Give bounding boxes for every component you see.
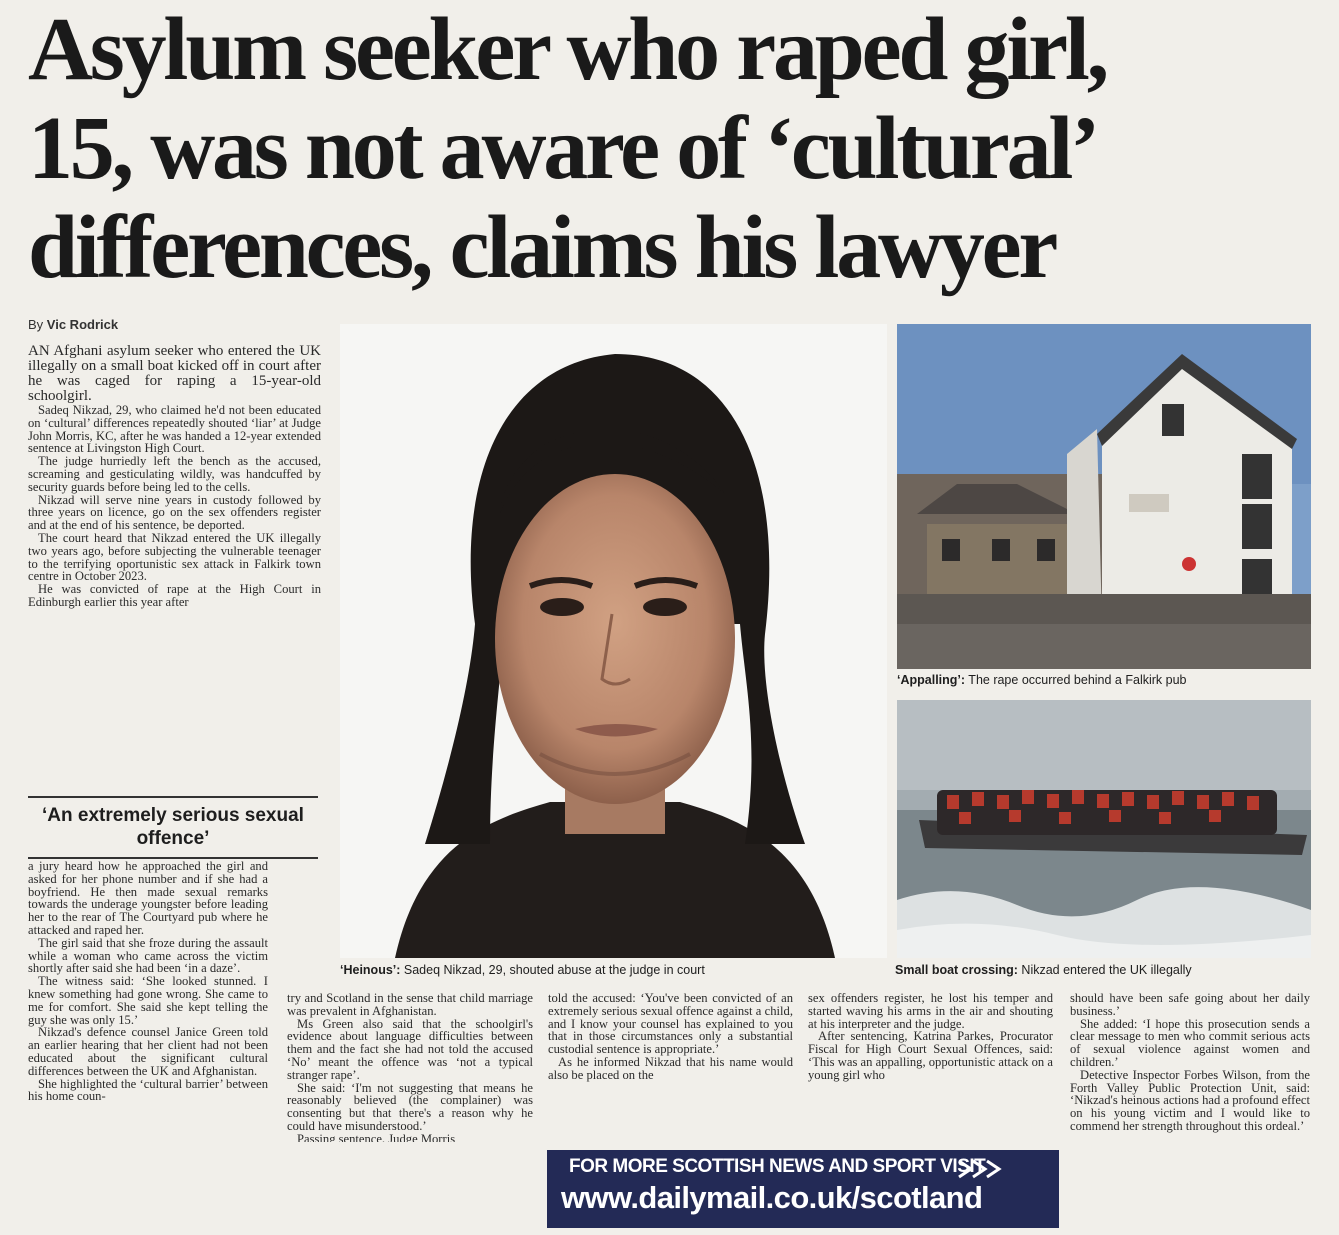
double-chevron-right-icon (958, 1159, 1002, 1179)
paragraph: After sentencing, Katrina Parkes, Procur… (808, 1029, 1053, 1082)
article-column-2: try and Scotland in the sense that child… (287, 992, 533, 1142)
paragraph: Nikzad will serve nine years in custody … (28, 492, 321, 533)
promo-banner[interactable]: FOR MORE SCOTTISH NEWS AND SPORT VISIT w… (547, 1150, 1059, 1228)
paragraph: The girl said that she froze during the … (28, 935, 268, 976)
boat-caption-label: Small boat crossing: (895, 963, 1018, 977)
boat-image (897, 700, 1311, 958)
paragraph: Sadeq Nikzad, 29, who claimed he'd not b… (28, 403, 321, 456)
paragraph: sex offenders register, he lost his temp… (808, 992, 1053, 1031)
paragraph: AN Afghani asylum seeker who entered the… (28, 344, 321, 404)
byline-author: Vic Rodrick (46, 317, 119, 332)
boat-photo (897, 700, 1311, 958)
paragraph: a jury heard how he approached the girl … (28, 860, 268, 937)
article-column-3: told the accused: ‘You've been convicted… (548, 992, 793, 1142)
paragraph: The court heard that Nikzad entered the … (28, 530, 321, 584)
paragraph: Detective Inspector Forbes Wilson, from … (1070, 1067, 1310, 1133)
portrait-image (340, 324, 887, 958)
pub-caption: ‘Appalling’: The rape occurred behind a … (897, 673, 1187, 687)
portrait-photo (340, 324, 887, 958)
paragraph: told the accused: ‘You've been convicted… (548, 992, 793, 1057)
portrait-caption-text: Sadeq Nikzad, 29, shouted abuse at the j… (400, 963, 705, 977)
pub-photo (897, 324, 1311, 669)
headline: Asylum seeker who raped girl, 15, was no… (28, 0, 1318, 297)
byline: By Vic Rodrick (28, 317, 118, 332)
boat-caption-text: Nikzad entered the UK illegally (1017, 963, 1192, 977)
paragraph: She said: ‘I'm not suggesting that means… (287, 1080, 533, 1133)
boat-caption: Small boat crossing: Nikzad entered the … (895, 963, 1192, 977)
pub-caption-label: ‘Appalling’: (897, 673, 966, 687)
paragraph: She added: ‘I hope this prosecution send… (1070, 1016, 1310, 1069)
article-column-4: sex offenders register, he lost his temp… (808, 992, 1053, 1142)
pub-caption-text: The rape occurred behind a Falkirk pub (965, 673, 1187, 687)
paragraph: try and Scotland in the sense that child… (287, 992, 533, 1018)
article-column-1-top: AN Afghani asylum seeker who entered the… (28, 344, 321, 784)
promo-line-1: FOR MORE SCOTTISH NEWS AND SPORT VISIT (569, 1156, 986, 1177)
portrait-caption-label: ‘Heinous’: (340, 963, 401, 977)
pull-quote: ‘An extremely serious sexual offence’ (28, 796, 318, 859)
article-column-1-bottom: a jury heard how he approached the girl … (28, 860, 268, 1228)
pub-image (897, 324, 1311, 669)
portrait-caption: ‘Heinous’: Sadeq Nikzad, 29, shouted abu… (340, 963, 705, 977)
headline-line-2: 15, was not aware of ‘cultural’ (28, 99, 1100, 198)
paragraph: should have been safe going about her da… (1070, 992, 1310, 1018)
byline-prefix: By (28, 317, 47, 332)
promo-url-link[interactable]: www.dailymail.co.uk/scotland (561, 1180, 983, 1216)
headline-line-3: differences, claims his lawyer (28, 198, 1058, 297)
paragraph: He was convicted of rape at the High Cou… (28, 582, 321, 609)
paragraph: As he informed Nikzad that his name woul… (548, 1054, 793, 1082)
paragraph: The judge hurriedly left the bench as th… (28, 454, 321, 494)
headline-line-1: Asylum seeker who raped girl, (28, 0, 1109, 99)
article-column-5: should have been safe going about her da… (1070, 992, 1310, 1228)
paragraph: She highlighted the ‘cultural barrier’ b… (28, 1076, 268, 1104)
paragraph: Nikzad's defence counsel Janice Green to… (28, 1025, 268, 1078)
paragraph: Passing sentence, Judge Morris (297, 1131, 456, 1142)
paragraph: The witness said: ‘She looked stunned. I… (28, 974, 268, 1027)
paragraph: Ms Green also said that the schoolgirl's… (287, 1016, 533, 1082)
